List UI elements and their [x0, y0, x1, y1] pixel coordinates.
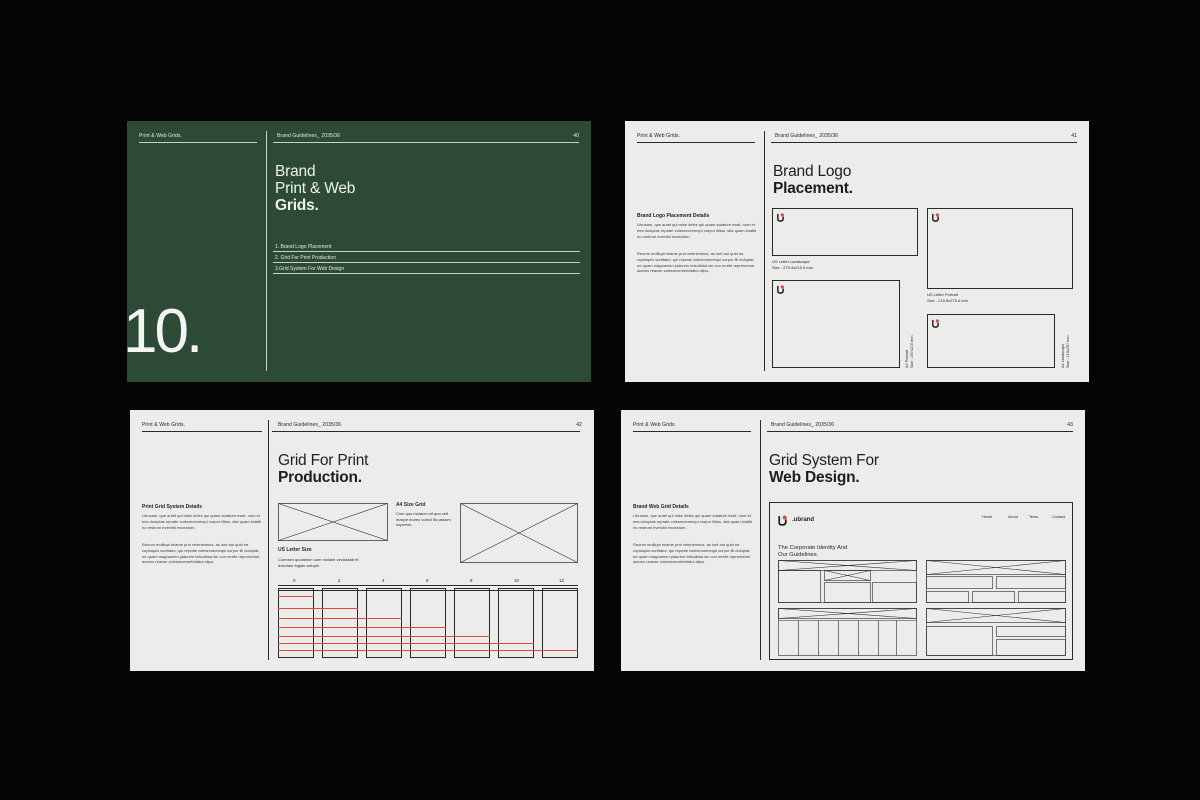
mid-header: Brand Guidelines_ 2035/36 — [775, 133, 839, 139]
left-header: Print & Web Grids. — [142, 422, 186, 428]
us-size-text: Cuensim quolamon uum molaint vecissitab … — [278, 557, 359, 568]
slide-title: Grid For Print Production. — [278, 452, 369, 486]
baseline-guide — [278, 643, 534, 644]
header-rule — [139, 142, 257, 143]
left-header: Print & Web Grids. — [637, 133, 681, 139]
toc-rule — [273, 262, 580, 263]
baseline-guide — [278, 627, 446, 628]
column-number: 2 — [338, 578, 341, 583]
brand-logo-icon — [932, 213, 939, 222]
body-paragraph: Reonm molliupt miame prot velenimmus, as… — [633, 542, 751, 565]
web-nav-about: About — [1008, 515, 1018, 519]
grid-column — [278, 588, 314, 658]
caption-a4-portrait: A4 Portrait Size : 297x210 mm — [905, 335, 914, 369]
a4-size-title: A4 Size Grid — [396, 502, 426, 508]
header-rule — [637, 142, 755, 143]
slide-title: Grid System For Web Design. — [769, 452, 879, 486]
slide-43-web-grid: Print & Web Grids. Brand Guidelines_ 203… — [621, 410, 1085, 671]
column-divider — [760, 420, 761, 660]
baseline-guide — [278, 608, 358, 609]
column-divider — [764, 131, 765, 371]
grid-column — [542, 588, 578, 658]
mid-header: Brand Guidelines_ 2035/36 — [771, 422, 835, 428]
header-rule — [771, 142, 1077, 143]
caption-us-landscape: US Letter Landscape Size : 279.4x215.9 m… — [772, 259, 813, 270]
column-number: 4 — [382, 578, 385, 583]
slide-40-cover: Print & Web Grids. Brand Guidelines_ 203… — [127, 121, 591, 382]
brand-logo-icon — [777, 213, 784, 222]
column-number: 10 — [514, 578, 520, 583]
web-nav-home: Home — [982, 515, 993, 519]
header-rule — [633, 431, 751, 432]
grid-column — [366, 588, 402, 658]
section-number: 10. — [127, 297, 203, 366]
left-header: Print & Web Grids. — [633, 422, 677, 428]
grid-column — [322, 588, 358, 658]
grid-column — [410, 588, 446, 658]
column-number: 8 — [470, 578, 473, 583]
us-landscape-frame — [772, 208, 918, 256]
web-grid-wireframe — [778, 560, 1066, 656]
toc-rule — [273, 251, 580, 252]
page-number: 42 — [576, 422, 582, 428]
web-hero-heading: The Corporate Identity And Our Guideline… — [778, 545, 848, 558]
caption-us-portrait: US Letter Portrait Size : 215.9x279.4 mm — [927, 292, 968, 303]
body-paragraph: Libusam, que autet qui mise deles qui qu… — [142, 513, 262, 530]
caption-a4-landscape: A4 Landscape Size : 210x297 mm — [1061, 335, 1070, 369]
brand-logo-icon — [932, 319, 939, 328]
column-number: 0 — [293, 578, 296, 583]
grid-column — [454, 588, 490, 658]
left-header: Print & Web Grids. — [139, 133, 183, 139]
web-brand-name: .ubrand — [792, 517, 814, 523]
body-paragraph: Libusam, que autet qui mise deles qui qu… — [633, 513, 753, 530]
toc-item-2: 2. Grid For Print Production — [275, 255, 336, 261]
us-portrait-frame — [927, 208, 1073, 289]
a4-wireframe — [460, 503, 578, 563]
slide-41-logo-placement: Print & Web Grids. Brand Guidelines_ 203… — [625, 121, 1089, 382]
baseline-guide — [278, 650, 578, 651]
brand-logo-icon — [778, 515, 787, 526]
a4-portrait-frame — [772, 280, 900, 368]
page-number: 41 — [1071, 133, 1077, 139]
slide-title: Brand Print & Web Grids. — [275, 163, 356, 214]
side-title: Brand Logo Placement Details — [637, 213, 710, 219]
mid-header: Brand Guidelines_ 2035/36 — [278, 422, 342, 428]
baseline-guide — [278, 636, 490, 637]
column-divider — [266, 131, 267, 371]
column-number: 12 — [559, 578, 565, 583]
us-letter-wireframe — [278, 503, 388, 541]
grid-rule — [278, 590, 578, 591]
us-size-title: US Letter Size — [278, 547, 312, 553]
a4-size-text: Cum quo molaren sit quo velt maxpe morec… — [396, 511, 451, 527]
page-number: 43 — [1067, 422, 1073, 428]
toc-item-3: 3.Grid System For Web Design — [275, 266, 345, 272]
slide-title: Brand Logo Placement. — [773, 163, 853, 197]
mid-header: Brand Guidelines_ 2035/36 — [277, 133, 341, 139]
header-rule — [272, 431, 580, 432]
body-paragraph: Reonm molliupt miame prot velenimmus, as… — [142, 542, 260, 565]
header-rule — [273, 142, 579, 143]
grid-top-rule — [278, 585, 578, 586]
web-nav-tems: Tems — [1029, 515, 1039, 519]
brand-logo-icon — [777, 285, 784, 294]
grid-column — [498, 588, 534, 658]
baseline-guide — [278, 618, 402, 619]
body-paragraph: Reonm molliupt miame prot velenimmus, as… — [637, 251, 755, 274]
body-paragraph: Libusam, que autet qui mise deles qui qu… — [637, 222, 757, 239]
side-title: Print Grid System Details — [142, 504, 203, 510]
column-number: 6 — [426, 578, 429, 583]
a4-landscape-frame — [927, 314, 1055, 368]
page-number: 40 — [573, 133, 579, 139]
header-rule — [142, 431, 262, 432]
side-title: Brand Web Grid Details — [633, 504, 689, 510]
slide-42-print-grid: Print & Web Grids. Brand Guidelines_ 203… — [130, 410, 594, 671]
header-rule — [767, 431, 1073, 432]
toc-rule — [273, 273, 580, 274]
column-divider — [268, 420, 269, 660]
web-nav-contact: Contact — [1052, 515, 1066, 519]
toc-item-1: 1. Brand Logo Placement — [275, 244, 332, 250]
baseline-guide — [278, 596, 314, 597]
